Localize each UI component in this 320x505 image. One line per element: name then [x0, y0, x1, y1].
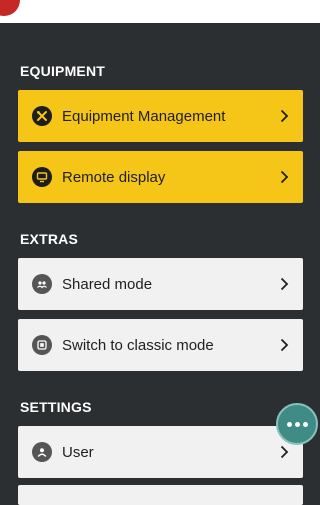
switch-classic-mode-label: Switch to classic mode — [62, 336, 214, 354]
user-button[interactable]: User — [18, 426, 303, 478]
user-label: User — [62, 443, 94, 461]
notification-dot — [0, 0, 20, 16]
shared-mode-button[interactable]: Shared mode — [18, 258, 303, 310]
shared-users-icon — [32, 274, 52, 294]
remote-display-button[interactable]: Remote display — [18, 151, 303, 203]
classic-mode-icon — [32, 335, 52, 355]
chevron-right-icon — [277, 337, 291, 353]
section-title-equipment: EQUIPMENT — [20, 63, 106, 79]
chevron-right-icon — [277, 444, 291, 460]
more-dots-icon — [286, 421, 292, 427]
chevron-right-icon — [277, 276, 291, 292]
shared-mode-label: Shared mode — [62, 275, 153, 293]
more-dots-icon — [302, 421, 308, 427]
more-dots-icon — [294, 421, 300, 427]
switch-classic-mode-button[interactable]: Switch to classic mode — [18, 319, 303, 371]
section-title-settings: SETTINGS — [20, 399, 92, 415]
more-options-fab[interactable] — [276, 403, 318, 445]
user-icon — [32, 442, 52, 462]
remote-display-label: Remote display — [62, 168, 166, 186]
equipment-management-label: Equipment Management — [62, 107, 226, 125]
chevron-right-icon — [277, 169, 291, 185]
status-bar — [0, 0, 320, 23]
next-settings-item-button[interactable] — [18, 485, 303, 505]
chevron-right-icon — [277, 108, 291, 124]
section-title-extras: EXTRAS — [20, 231, 78, 247]
menu-screen: EQUIPMENT Equipment Management Remote di… — [0, 23, 320, 505]
tools-icon — [32, 106, 52, 126]
equipment-management-button[interactable]: Equipment Management — [18, 90, 303, 142]
monitor-icon — [32, 167, 52, 187]
